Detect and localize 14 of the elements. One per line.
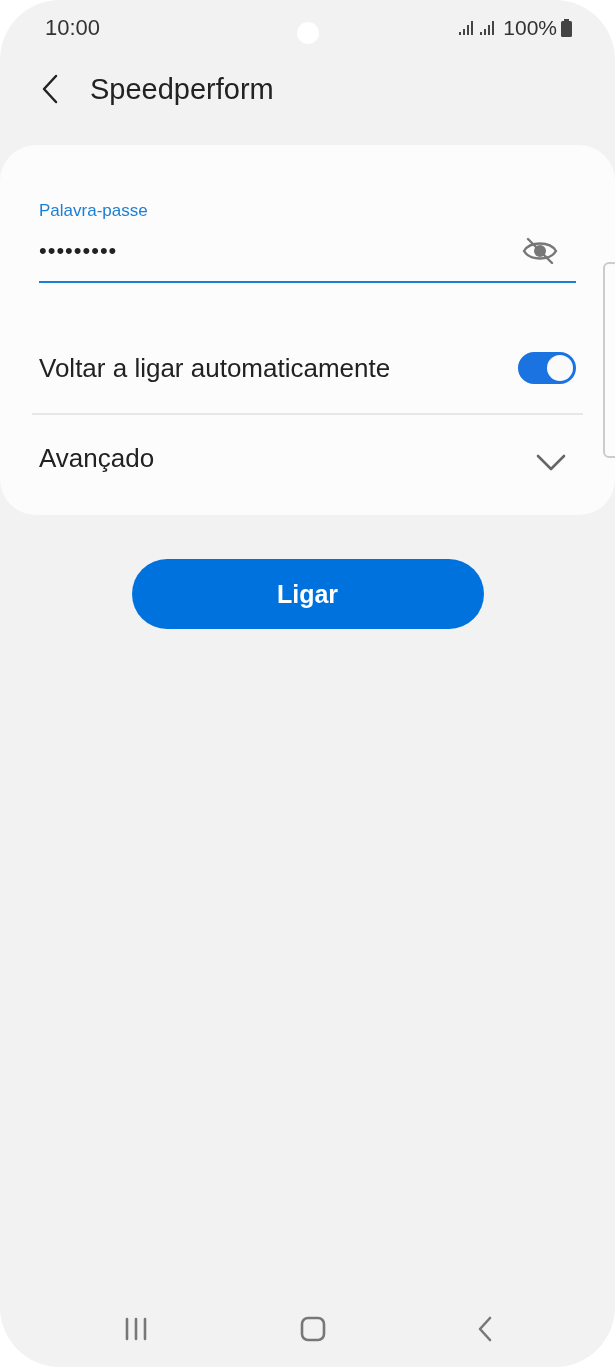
chevron-down-icon[interactable] bbox=[536, 453, 566, 471]
status-time: 10:00 bbox=[45, 14, 101, 41]
connect-button[interactable]: Ligar bbox=[131, 559, 484, 629]
toggle-switch[interactable] bbox=[518, 352, 576, 384]
back-icon[interactable] bbox=[477, 1316, 493, 1342]
password-field[interactable]: Palavra-passe ••••••••• bbox=[39, 201, 576, 283]
page-title: Speedperform bbox=[90, 72, 274, 106]
battery-level: 100% bbox=[503, 15, 557, 40]
recent-apps-icon[interactable] bbox=[124, 1317, 148, 1341]
eye-off-icon[interactable] bbox=[522, 237, 558, 265]
setting-label: Avançado bbox=[39, 442, 155, 474]
home-icon[interactable] bbox=[299, 1316, 326, 1342]
setting-label: Voltar a ligar automaticamente bbox=[39, 352, 391, 384]
battery-icon bbox=[561, 18, 572, 37]
